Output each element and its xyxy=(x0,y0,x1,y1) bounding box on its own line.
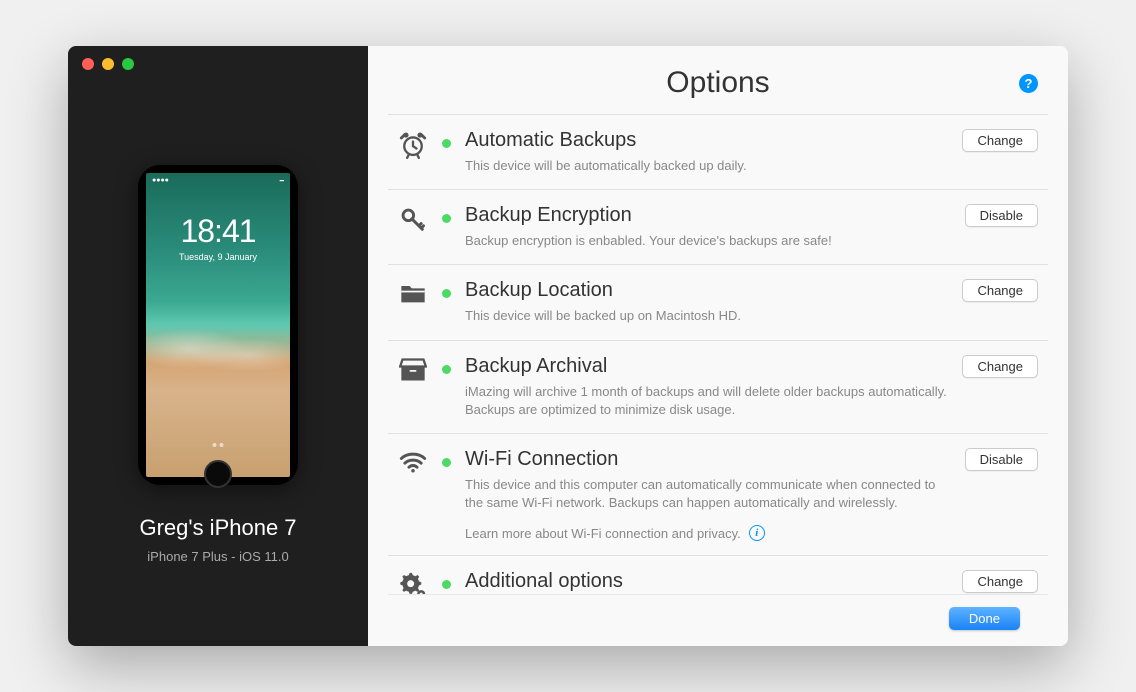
option-title: Backup Archival xyxy=(465,355,948,378)
device-name: Greg's iPhone 7 xyxy=(139,515,296,541)
option-desc: This device will be backed up on Macinto… xyxy=(465,307,948,325)
option-archival: Backup Archival iMazing will archive 1 m… xyxy=(388,340,1048,433)
phone-status-bar: ●●●● ━ xyxy=(152,177,284,185)
option-desc: Backup encryption is enbabled. Your devi… xyxy=(465,232,951,250)
change-location-button[interactable]: Change xyxy=(962,279,1038,302)
info-icon[interactable]: i xyxy=(749,525,765,541)
wifi-icon xyxy=(398,450,428,480)
phone-screen: ●●●● ━ 18:41 Tuesday, 9 January xyxy=(146,173,290,477)
status-dot-enabled xyxy=(442,214,451,223)
window-controls xyxy=(68,46,368,82)
option-title: Additional options xyxy=(465,570,948,593)
change-auto-backup-button[interactable]: Change xyxy=(962,129,1038,152)
help-button[interactable]: ? xyxy=(1019,74,1038,93)
option-encryption: Backup Encryption Backup encryption is e… xyxy=(388,189,1048,264)
status-dot-enabled xyxy=(442,580,451,589)
status-dot-enabled xyxy=(442,458,451,467)
key-icon xyxy=(398,206,428,236)
option-title: Backup Location xyxy=(465,279,948,302)
close-window-button[interactable] xyxy=(82,58,94,70)
content-panel: Options ? Automatic Backups This device … xyxy=(368,46,1068,646)
option-wifi: Wi-Fi Connection This device and this co… xyxy=(388,433,1048,555)
footer: Done xyxy=(388,594,1048,646)
change-archival-button[interactable]: Change xyxy=(962,355,1038,378)
option-title: Automatic Backups xyxy=(465,129,948,152)
disable-encryption-button[interactable]: Disable xyxy=(965,204,1038,227)
option-desc: This device will be automatically backed… xyxy=(465,157,948,175)
alarm-clock-icon xyxy=(398,131,428,161)
option-desc: This device and this computer can automa… xyxy=(465,476,951,512)
change-additional-button[interactable]: Change xyxy=(962,570,1038,593)
device-sidebar: ●●●● ━ 18:41 Tuesday, 9 January Greg's i… xyxy=(68,46,368,646)
option-title: Wi-Fi Connection xyxy=(465,448,951,471)
content-header: Options ? xyxy=(368,46,1068,114)
wifi-learn-more-text: Learn more about Wi-Fi connection and pr… xyxy=(465,526,741,541)
option-title: Backup Encryption xyxy=(465,204,951,227)
status-dot-enabled xyxy=(442,139,451,148)
disable-wifi-button[interactable]: Disable xyxy=(965,448,1038,471)
status-dot-enabled xyxy=(442,365,451,374)
device-model-info: iPhone 7 Plus - iOS 11.0 xyxy=(147,549,288,564)
wifi-learn-more[interactable]: Learn more about Wi-Fi connection and pr… xyxy=(465,525,951,541)
options-list: Automatic Backups This device will be au… xyxy=(368,114,1068,594)
phone-lock-date: Tuesday, 9 January xyxy=(179,252,257,262)
option-auto-backup: Automatic Backups This device will be au… xyxy=(388,114,1048,189)
done-button[interactable]: Done xyxy=(949,607,1020,630)
option-additional: Additional options Low battery notificat… xyxy=(388,555,1048,594)
phone-page-dots xyxy=(213,443,224,447)
maximize-window-button[interactable] xyxy=(122,58,134,70)
gears-icon xyxy=(398,572,428,594)
minimize-window-button[interactable] xyxy=(102,58,114,70)
phone-home-button xyxy=(204,460,232,488)
phone-lock-time: 18:41 xyxy=(180,213,255,250)
option-desc: iMazing will archive 1 month of backups … xyxy=(465,383,948,419)
archive-box-icon xyxy=(398,357,428,387)
options-window: ●●●● ━ 18:41 Tuesday, 9 January Greg's i… xyxy=(68,46,1068,646)
option-location: Backup Location This device will be back… xyxy=(388,264,1048,339)
folder-icon xyxy=(398,281,428,311)
phone-mockup: ●●●● ━ 18:41 Tuesday, 9 January xyxy=(138,165,298,485)
page-title: Options xyxy=(666,66,769,100)
status-dot-enabled xyxy=(442,289,451,298)
device-preview: ●●●● ━ 18:41 Tuesday, 9 January Greg's i… xyxy=(68,82,368,646)
